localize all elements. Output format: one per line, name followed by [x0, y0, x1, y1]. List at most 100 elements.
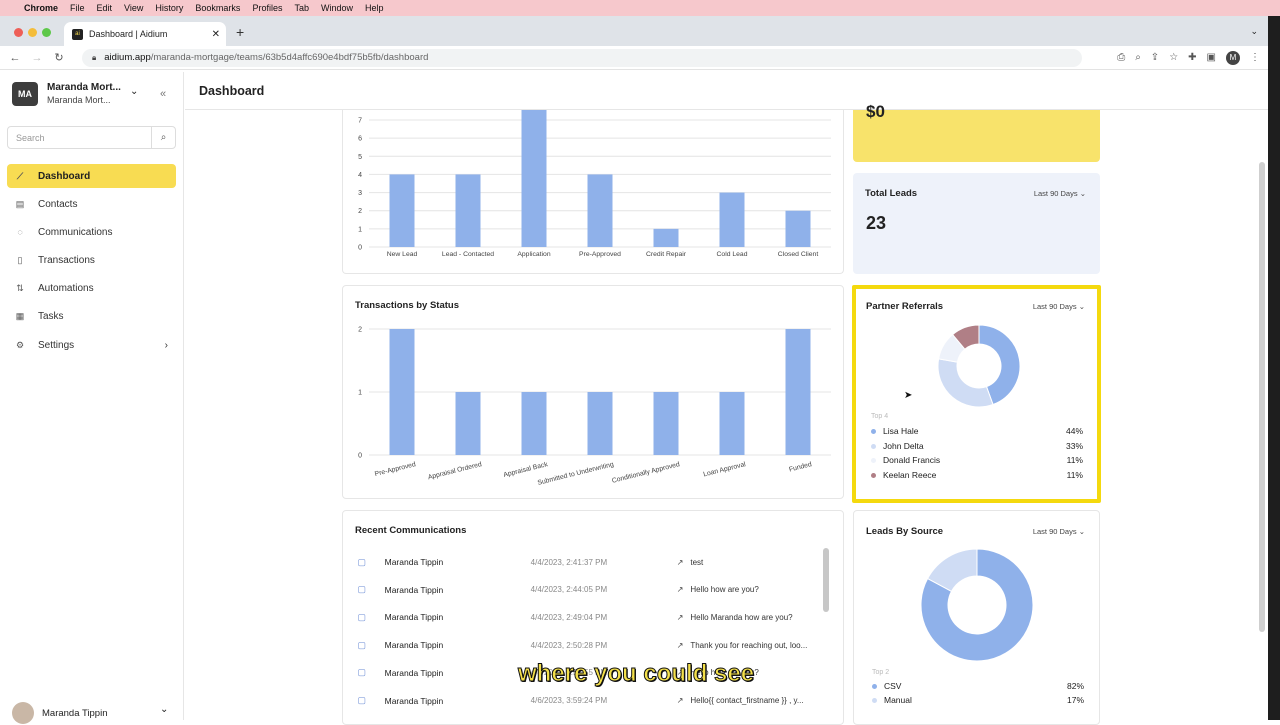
reload-icon[interactable]: ↻: [48, 51, 70, 64]
menu-edit[interactable]: Edit: [97, 3, 113, 13]
sidebar-item-contacts[interactable]: ▤ Contacts: [7, 192, 176, 216]
legend-dot: [871, 443, 876, 449]
tab-title: Dashboard | Aidium: [89, 29, 168, 39]
leads-by-source-card: Leads By Source Last 90 Days ⌄ Top 2 CSV…: [853, 510, 1100, 725]
install-icon[interactable]: ⎙: [1117, 52, 1125, 63]
partner-referrals-range[interactable]: Last 90 Days ⌄: [1033, 302, 1085, 311]
chevron-down-icon[interactable]: ⌄: [160, 704, 168, 715]
communication-row[interactable]: ▢ Maranda Tippin 4/4/2023, 2:44:05 PM ↗ Hell…: [355, 576, 815, 604]
donut-slice[interactable]: [937, 358, 994, 408]
bar[interactable]: [785, 329, 811, 455]
bar[interactable]: [653, 228, 679, 247]
y-tick-label: 3: [358, 190, 362, 197]
sidebar-item-automations[interactable]: ⇅ Automations: [7, 277, 176, 301]
legend-item: John Delta 33%: [871, 441, 1083, 451]
sidebar-item-communications[interactable]: ◌ Communications: [7, 220, 176, 244]
sidebar-item-dashboard[interactable]: ⟋ Dashboard: [7, 164, 176, 188]
maximize-window-icon[interactable]: [42, 28, 51, 37]
bar[interactable]: [389, 174, 415, 247]
legend-label: Lisa Hale: [883, 426, 919, 436]
bar[interactable]: [719, 192, 745, 247]
communications-scrollbar[interactable]: [823, 548, 829, 612]
chart-line-icon: ⟋: [16, 170, 24, 181]
tab-search-chevron-icon[interactable]: ⌄: [1250, 26, 1258, 37]
minimize-window-icon[interactable]: [28, 28, 37, 37]
menu-view[interactable]: View: [124, 3, 143, 13]
menu-profiles[interactable]: Profiles: [252, 3, 282, 13]
org-name: Maranda Mort...: [47, 82, 121, 93]
bar[interactable]: [587, 174, 613, 247]
browser-tab[interactable]: ai Dashboard | Aidium ✕: [64, 22, 226, 46]
outgoing-arrow-icon: ↗: [676, 557, 684, 567]
sidebar-item-settings[interactable]: ⚙ Settings ›: [7, 333, 176, 357]
bar[interactable]: [653, 392, 679, 455]
menu-tab[interactable]: Tab: [294, 3, 309, 13]
y-tick-label: 7: [358, 118, 362, 125]
legend-item: Lisa Hale 44%: [871, 426, 1083, 436]
main-scrollbar[interactable]: [1259, 162, 1265, 632]
zoom-icon[interactable]: ⌕: [1135, 52, 1141, 63]
x-tick-label: Cold Lead: [717, 251, 748, 258]
org-subname: Maranda Mort...: [47, 95, 111, 105]
total-leads-range[interactable]: Last 90 Days ⌄: [1034, 189, 1086, 198]
url-host: aidium.app: [104, 52, 151, 63]
search-input[interactable]: Search ⌕: [7, 126, 176, 149]
user-menu[interactable]: Maranda Tippin ⌄: [12, 702, 168, 724]
menu-help[interactable]: Help: [365, 3, 384, 13]
legend-label: CSV: [884, 681, 902, 691]
search-icon[interactable]: ⌕: [151, 127, 175, 148]
bar[interactable]: [455, 392, 481, 455]
legend-dot: [872, 683, 877, 689]
chevron-down-icon[interactable]: ⌄: [130, 86, 138, 97]
bookmark-star-icon[interactable]: ☆: [1169, 52, 1178, 63]
collapse-sidebar-icon[interactable]: «: [160, 88, 166, 100]
communication-row[interactable]: ▢ Maranda Tippin 4/6/2023, 3:59:24 PM ↗ Hell…: [355, 687, 815, 715]
sidebar-item-tasks[interactable]: ▦ Tasks: [7, 305, 176, 329]
sidebar-item-transactions[interactable]: ▯ Transactions: [7, 249, 176, 273]
menu-window[interactable]: Window: [321, 3, 353, 13]
bar[interactable]: [587, 392, 613, 455]
close-window-icon[interactable]: [14, 28, 23, 37]
mac-menubar: Chrome File Edit View History Bookmarks …: [0, 0, 1280, 16]
search-placeholder: Search: [16, 132, 45, 143]
menu-file[interactable]: File: [70, 3, 85, 13]
top-label: Top 4: [871, 413, 889, 420]
chat-bubble-icon: ▢: [357, 695, 367, 705]
communication-row[interactable]: ▢ Maranda Tippin 4/4/2023, 2:41:37 PM ↗ test: [355, 548, 815, 576]
chat-bubble-icon: ▢: [357, 584, 367, 595]
bar[interactable]: [719, 392, 745, 455]
message-preview: Hello how are you?: [690, 585, 759, 595]
user-avatar: [12, 702, 34, 724]
bar[interactable]: [389, 329, 415, 455]
communication-row[interactable]: ▢ Maranda Tippin 4/4/2023, 2:49:04 PM ↗ Hell…: [355, 603, 815, 631]
sidebar-nav: ⟋ Dashboard ▤ Contacts ◌ Communications ▯ Tr…: [7, 164, 176, 361]
y-tick-label: 1: [358, 390, 362, 397]
menu-history[interactable]: History: [155, 3, 183, 13]
leads-by-source-donut: [920, 548, 1034, 662]
address-bar[interactable]: 🔒︎ aidium.app /maranda-mortgage/teams/63…: [82, 48, 1082, 67]
org-switcher[interactable]: MA Maranda Mort... Maranda Mort... ⌄: [12, 82, 138, 106]
extensions-icon[interactable]: ✚: [1188, 52, 1196, 63]
menu-bookmarks[interactable]: Bookmarks: [195, 3, 240, 13]
bar[interactable]: [521, 392, 547, 455]
back-icon[interactable]: ←: [4, 52, 26, 64]
outgoing-arrow-icon: ↗: [676, 696, 684, 705]
profile-avatar[interactable]: M: [1226, 50, 1240, 65]
new-tab-icon[interactable]: +: [236, 24, 244, 40]
close-tab-icon[interactable]: ✕: [212, 29, 220, 40]
bar[interactable]: [455, 174, 481, 247]
kebab-menu-icon[interactable]: ⋮: [1250, 52, 1260, 63]
communication-row[interactable]: ▢ Maranda Tippin 4/4/2023, 2:50:28 PM ↗ Than…: [355, 631, 815, 659]
side-panel-icon[interactable]: ▣: [1207, 52, 1216, 63]
menu-app-name[interactable]: Chrome: [24, 3, 58, 13]
leads-by-source-range[interactable]: Last 90 Days ⌄: [1033, 527, 1085, 536]
leads-by-stage-card: 0 1 2 3 4 5 6 7 New Lead Lead - Contacted Applicat…: [342, 110, 844, 274]
bar[interactable]: [521, 110, 547, 247]
share-icon[interactable]: ⇪: [1151, 52, 1159, 63]
lock-icon[interactable]: 🔒︎: [92, 53, 96, 63]
top-label: Top 2: [872, 669, 890, 676]
browser-toolbar: ← → ↻ 🔒︎ aidium.app /maranda-mortgage/te…: [0, 46, 1268, 70]
bar[interactable]: [785, 210, 811, 247]
forward-icon[interactable]: →: [26, 52, 48, 64]
legend-dot: [871, 457, 876, 463]
